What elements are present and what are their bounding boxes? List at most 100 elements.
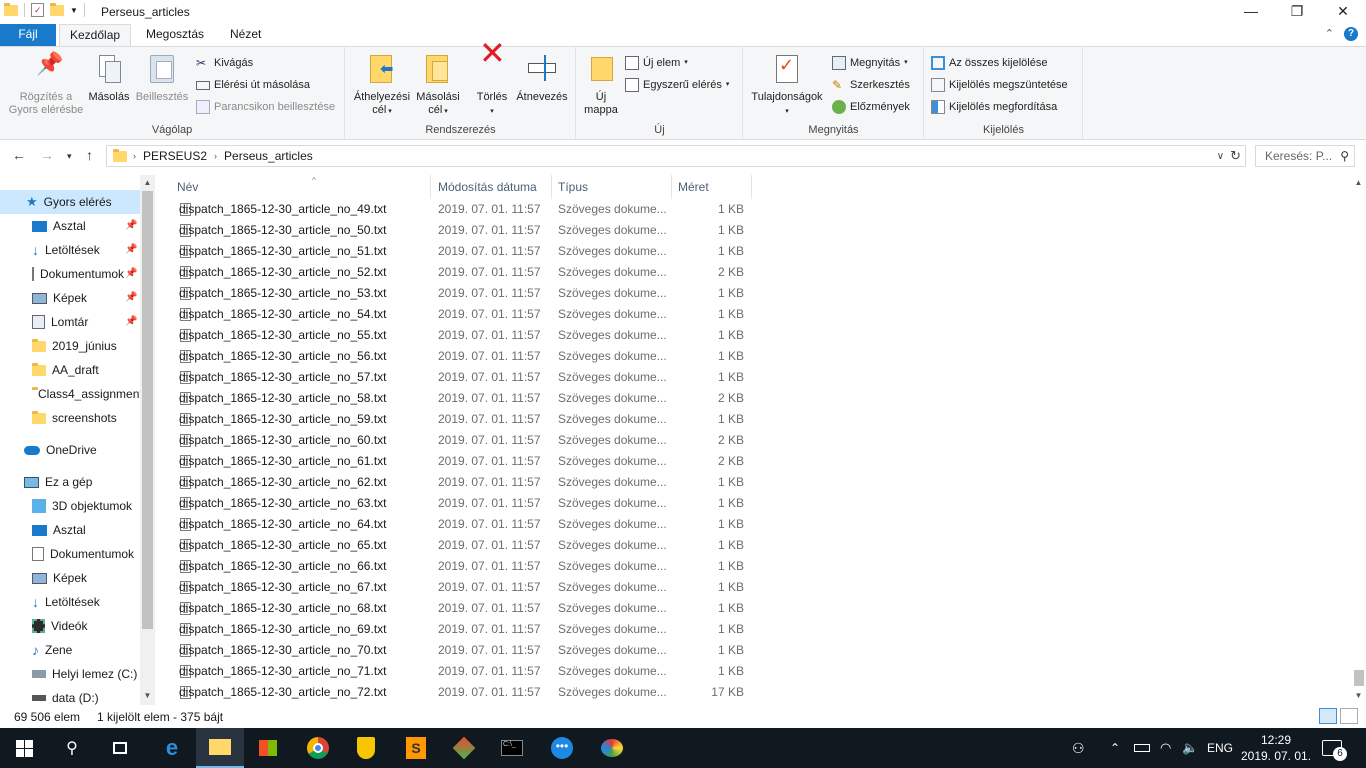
invert-selection-button[interactable]: Kijelölés megfordítása (931, 100, 1057, 114)
terminal-taskbar-button[interactable]: C:\_ (488, 728, 536, 768)
large-icons-view-icon[interactable] (1340, 708, 1358, 724)
nav-item-documents[interactable]: Dokumentumok (32, 262, 124, 286)
properties-button[interactable]: ✓ Tulajdonságok ▾ (746, 51, 828, 118)
back-arrow-icon[interactable]: ← (12, 147, 26, 163)
file-row[interactable]: dispatch_1865-12-30_article_no_69.txt 201… (155, 619, 1351, 640)
nav-onedrive[interactable]: OneDrive (24, 438, 97, 462)
nav-pc-pictures[interactable]: Képek (32, 566, 87, 590)
pin-icon[interactable]: 📌 (125, 244, 137, 255)
nav-pane-scrollbar[interactable]: ▲ ▼ (140, 175, 155, 705)
select-all-button[interactable]: Az összes kijelölése (931, 56, 1047, 70)
action-center-icon[interactable]: 6 (1322, 728, 1347, 768)
store-taskbar-button[interactable] (244, 728, 292, 768)
sublime-taskbar-button[interactable]: S (392, 728, 440, 768)
copy-button[interactable]: Másolás (87, 51, 131, 104)
scrollbar-thumb[interactable] (1354, 670, 1364, 686)
nav-item-recycle-bin[interactable]: Lomtár (32, 310, 88, 334)
restore-button[interactable]: ❐ (1274, 0, 1320, 24)
task-view-button[interactable] (96, 728, 144, 768)
up-arrow-icon[interactable]: ↑ (86, 147, 93, 163)
input-language[interactable]: ENG (1207, 728, 1233, 768)
explorer-taskbar-button[interactable] (196, 728, 244, 768)
file-row[interactable]: dispatch_1865-12-30_article_no_70.txt 201… (155, 640, 1351, 661)
nav-pc-downloads[interactable]: ↓ Letöltések (32, 590, 100, 614)
nav-pc-videos[interactable]: Videók (32, 614, 87, 638)
volume-icon[interactable]: 🔈 (1182, 728, 1198, 768)
nav-item-folder[interactable]: AA_draft (32, 358, 99, 382)
file-list-scrollbar[interactable]: ▲ ▼ (1351, 175, 1366, 705)
select-none-button[interactable]: Kijelölés megszüntetése (931, 78, 1068, 92)
tab-home[interactable]: Kezdőlap (59, 24, 132, 47)
people-icon[interactable]: ⚇ (1072, 728, 1085, 768)
scroll-down-icon[interactable]: ▼ (1351, 691, 1366, 700)
paint-taskbar-button[interactable] (588, 728, 636, 768)
pin-quick-access-button[interactable]: 📌 Rögzítés a Gyors elérésbe (6, 51, 86, 117)
new-folder-qat-icon[interactable] (50, 2, 64, 16)
chevron-right-icon[interactable]: › (131, 151, 138, 161)
file-row[interactable]: dispatch_1865-12-30_article_no_60.txt 201… (155, 430, 1351, 451)
customize-qat-icon[interactable]: ▼ (70, 6, 78, 15)
move-to-button[interactable]: ⬅ Áthelyezési cél ▾ (352, 51, 412, 118)
file-row[interactable]: dispatch_1865-12-30_article_no_61.txt 201… (155, 451, 1351, 472)
search-icon[interactable]: ⚲ (1340, 146, 1349, 166)
column-header-type[interactable]: Típus (552, 175, 672, 199)
column-header-size[interactable]: Méret (672, 175, 752, 199)
clock[interactable]: 12:29 2019. 07. 01. (1240, 732, 1312, 764)
properties-qat-icon[interactable]: ✓ (31, 3, 44, 17)
nav-item-pictures[interactable]: Képek (32, 286, 87, 310)
edit-button[interactable]: ✎ Szerkesztés (832, 78, 910, 92)
nav-item-folder[interactable]: 2019_június (32, 334, 117, 358)
minimize-button[interactable]: — (1228, 0, 1274, 24)
copy-to-button[interactable]: Másolási cél ▾ (412, 51, 464, 118)
pin-icon[interactable]: 📌 (125, 268, 137, 279)
file-row[interactable]: dispatch_1865-12-30_article_no_55.txt 201… (155, 325, 1351, 346)
search-input[interactable]: Keresés: P... ⚲ (1255, 145, 1355, 167)
new-folder-button[interactable]: Új mappa (581, 51, 621, 117)
nav-pc-data-drive[interactable]: data (D:) (32, 686, 99, 705)
file-row[interactable]: dispatch_1865-12-30_article_no_72.txt 201… (155, 682, 1351, 703)
nav-item-downloads[interactable]: ↓ Letöltések (32, 238, 100, 262)
easy-access-button[interactable]: Egyszerű elérés ▾ (625, 78, 729, 92)
address-bar[interactable]: › PERSEUS2 › Perseus_articles ∨ ↻ (106, 145, 1246, 167)
new-item-button[interactable]: Új elem ▾ (625, 56, 688, 70)
nav-item-folder[interactable]: Class4_assignment (32, 382, 140, 406)
help-icon[interactable]: ? (1344, 27, 1358, 41)
rename-button[interactable]: Átnevezés (514, 51, 570, 104)
scrollbar-thumb[interactable] (142, 191, 153, 629)
file-row[interactable]: dispatch_1865-12-30_article_no_54.txt 201… (155, 304, 1351, 325)
file-row[interactable]: dispatch_1865-12-30_article_no_49.txt 201… (155, 199, 1351, 220)
copy-path-button[interactable]: Elérési út másolása (196, 78, 310, 92)
delete-button[interactable]: ✕ Törlés ▾ (472, 37, 512, 118)
chevron-down-icon[interactable]: ∨ (1217, 151, 1224, 162)
nav-item-desktop[interactable]: Asztal (32, 214, 86, 238)
nav-pc-music[interactable]: ♪ Zene (32, 638, 72, 662)
chat-taskbar-button[interactable]: ••• (538, 728, 586, 768)
show-hidden-icons-icon[interactable]: ⌃ (1110, 728, 1120, 768)
forward-arrow-icon[interactable]: → (40, 147, 54, 163)
file-row[interactable]: dispatch_1865-12-30_article_no_67.txt 201… (155, 577, 1351, 598)
tab-view[interactable]: Nézet (220, 24, 271, 46)
file-row[interactable]: dispatch_1865-12-30_article_no_50.txt 201… (155, 220, 1351, 241)
battery-icon[interactable] (1134, 728, 1150, 768)
git-taskbar-button[interactable] (440, 728, 488, 768)
nav-pc-local-disk[interactable]: Helyi lemez (C:) (32, 662, 137, 686)
paste-shortcut-button[interactable]: Parancsikon beillesztése (196, 100, 335, 114)
nav-quick-access[interactable]: ★ Gyors elérés (0, 190, 140, 214)
pin-icon[interactable]: 📌 (125, 316, 137, 327)
search-taskbar-button[interactable]: ⚲ (48, 728, 96, 768)
breadcrumb-perseus-articles[interactable]: Perseus_articles (219, 149, 318, 163)
pin-icon[interactable]: 📌 (125, 220, 137, 231)
close-button[interactable]: ✕ (1320, 0, 1366, 24)
file-row[interactable]: dispatch_1865-12-30_article_no_66.txt 201… (155, 556, 1351, 577)
nav-pc-3d-objects[interactable]: 3D objektumok (32, 494, 132, 518)
file-row[interactable]: dispatch_1865-12-30_article_no_53.txt 201… (155, 283, 1351, 304)
file-row[interactable]: dispatch_1865-12-30_article_no_57.txt 201… (155, 367, 1351, 388)
file-row[interactable]: dispatch_1865-12-30_article_no_63.txt 201… (155, 493, 1351, 514)
nav-item-folder[interactable]: screenshots (32, 406, 117, 430)
paste-button[interactable]: Beillesztés (134, 51, 190, 104)
file-row[interactable]: dispatch_1865-12-30_article_no_51.txt 201… (155, 241, 1351, 262)
breadcrumb-perseus2[interactable]: PERSEUS2 (138, 149, 212, 163)
tab-share[interactable]: Megosztás (136, 24, 214, 46)
scroll-up-icon[interactable]: ▲ (140, 178, 155, 187)
file-row[interactable]: dispatch_1865-12-30_article_no_59.txt 201… (155, 409, 1351, 430)
